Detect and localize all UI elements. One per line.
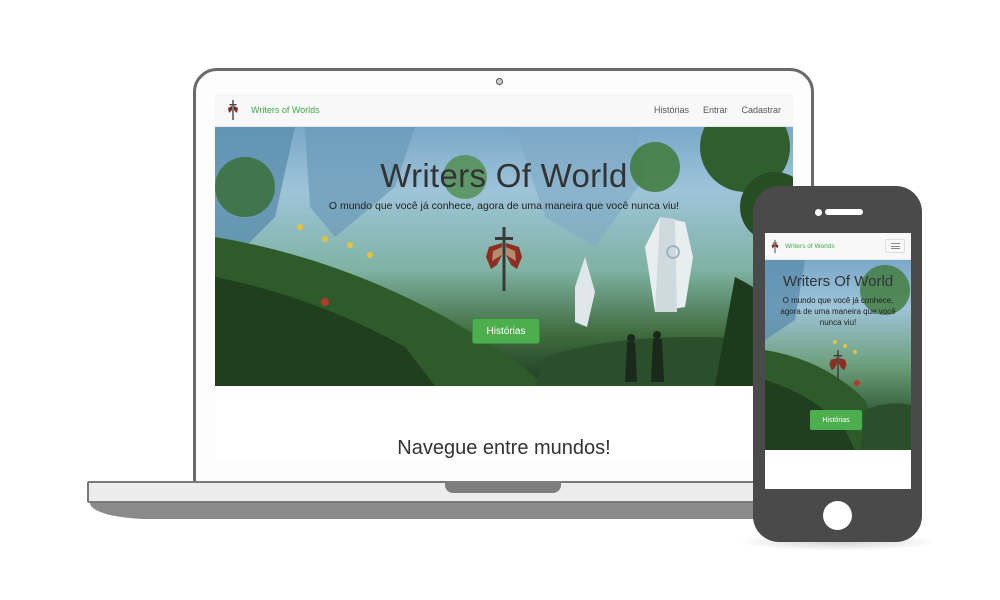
laptop-screen: Writers of Worlds Histórias Entrar Cadas… bbox=[215, 93, 793, 459]
hero-subtitle: O mundo que você já conhece, agora de um… bbox=[328, 200, 680, 212]
hamburger-icon[interactable] bbox=[885, 239, 905, 253]
laptop-camera-icon bbox=[496, 78, 503, 85]
hero-title: Writers Of World bbox=[380, 157, 628, 194]
winged-sword-logo-icon[interactable] bbox=[771, 239, 779, 254]
winged-sword-emblem-icon bbox=[829, 350, 847, 381]
mobile-historias-button[interactable]: Histórias bbox=[810, 410, 862, 430]
phone-home-button[interactable] bbox=[823, 501, 852, 530]
mobile-navbar: Writers of Worlds bbox=[765, 233, 911, 260]
mobile-brand[interactable]: Writers of Worlds bbox=[785, 243, 835, 250]
laptop-notch bbox=[445, 481, 561, 493]
mobile-hero-banner: Writers Of World O mundo que você já con… bbox=[765, 260, 911, 450]
hero-historias-button[interactable]: Histórias bbox=[472, 318, 540, 344]
nav-link-historias[interactable]: Histórias bbox=[654, 105, 689, 115]
section-title: Navegue entre mundos! bbox=[397, 437, 611, 459]
nav-link-entrar[interactable]: Entrar bbox=[703, 105, 728, 115]
nav-links: Histórias Entrar Cadastrar bbox=[654, 105, 781, 115]
mobile-hero-subtitle: O mundo que você já conhece, agora de um… bbox=[780, 296, 896, 327]
phone-speaker bbox=[825, 209, 863, 215]
winged-sword-emblem-icon bbox=[486, 227, 522, 291]
site-brand[interactable]: Writers of Worlds bbox=[251, 105, 320, 115]
phone-screen: Writers of Worlds Writers Of World O mun… bbox=[765, 233, 911, 489]
phone-camera-icon bbox=[815, 209, 822, 216]
winged-sword-logo-icon[interactable] bbox=[227, 99, 239, 121]
site-navbar: Writers of Worlds Histórias Entrar Cadas… bbox=[215, 93, 793, 127]
mobile-hero-title: Writers Of World bbox=[782, 273, 894, 290]
hero-banner: Writers Of World O mundo que você já con… bbox=[215, 127, 793, 386]
nav-link-cadastrar[interactable]: Cadastrar bbox=[741, 105, 781, 115]
